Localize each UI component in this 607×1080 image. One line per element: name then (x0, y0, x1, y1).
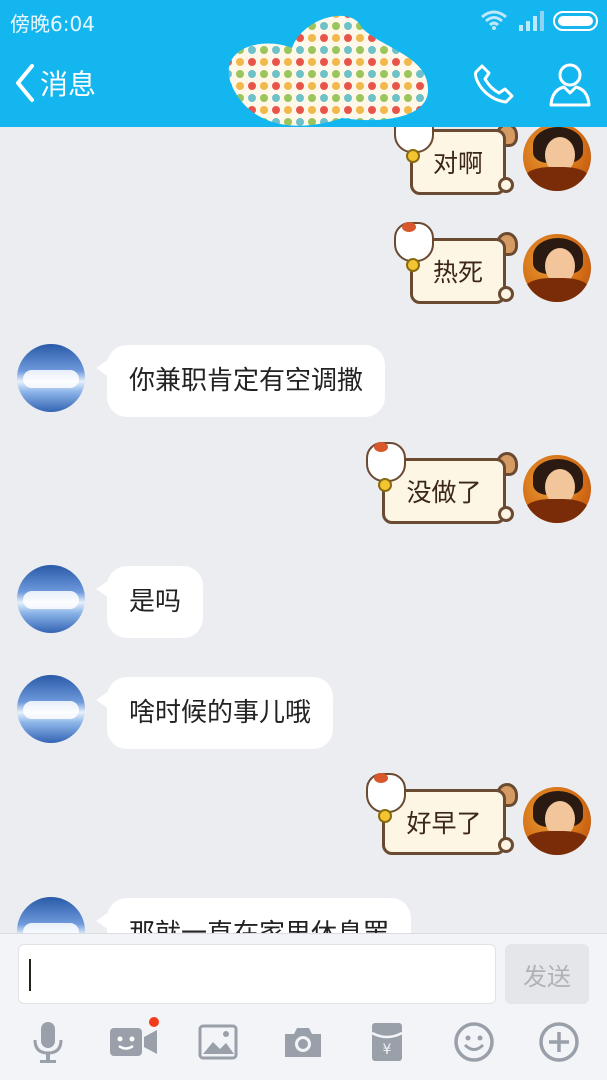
sticker-message[interactable]: 对啊 (388, 127, 518, 201)
text-caret (29, 959, 31, 991)
image-icon[interactable] (193, 1017, 243, 1067)
message-list[interactable]: 对啊 热死 你兼职肯定有空调撒 没做了 是吗 啥时候的事儿哦 好早了 那就一直在… (0, 127, 607, 933)
message-bubble[interactable]: 啥时候的事儿哦 (95, 677, 334, 749)
emoji-icon[interactable] (449, 1017, 499, 1067)
chevron-left-icon (16, 64, 34, 102)
self-avatar[interactable] (523, 787, 591, 855)
contact-avatar[interactable] (17, 565, 85, 633)
status-time: 傍晚6:04 (10, 12, 95, 36)
camera-icon[interactable] (278, 1017, 328, 1067)
top-bar: 傍晚6:04 消息 (0, 0, 607, 127)
contact-avatar[interactable] (17, 897, 85, 933)
back-button[interactable]: 消息 (14, 60, 96, 106)
sticker-text: 好早了 (406, 809, 482, 838)
red-packet-icon[interactable]: ¥ (362, 1017, 412, 1067)
contact-avatar[interactable] (17, 344, 85, 412)
phone-call-icon[interactable] (472, 62, 516, 106)
unread-dot (149, 1017, 159, 1027)
redacted-title-sticker (228, 15, 429, 126)
contact-avatar[interactable] (17, 675, 85, 743)
self-avatar[interactable] (523, 127, 591, 191)
message-bubble[interactable]: 你兼职肯定有空调撒 (95, 345, 386, 417)
send-button[interactable]: 发送 (505, 944, 589, 1004)
sticker-text: 对啊 (432, 149, 483, 178)
svg-text:¥: ¥ (383, 1042, 392, 1058)
self-avatar[interactable] (523, 234, 591, 302)
message-bubble[interactable]: 是吗 (95, 566, 204, 638)
self-avatar[interactable] (523, 455, 591, 523)
back-label: 消息 (40, 68, 97, 101)
wifi-icon (481, 10, 507, 30)
sticker-message[interactable]: 好早了 (360, 773, 518, 861)
signal-icon (519, 11, 544, 31)
message-input[interactable] (18, 944, 496, 1004)
message-bubble[interactable]: 那就一直在家里休息罢 (95, 898, 412, 933)
sticker-text: 热死 (432, 258, 483, 287)
sticker-message[interactable]: 热死 (388, 222, 518, 310)
microphone-icon[interactable] (23, 1017, 73, 1067)
battery-icon (553, 11, 598, 31)
sticker-message[interactable]: 没做了 (360, 442, 518, 530)
video-icon[interactable] (108, 1017, 160, 1067)
contact-profile-icon[interactable] (548, 60, 592, 108)
plus-icon[interactable] (534, 1017, 584, 1067)
sticker-text: 没做了 (406, 478, 482, 507)
